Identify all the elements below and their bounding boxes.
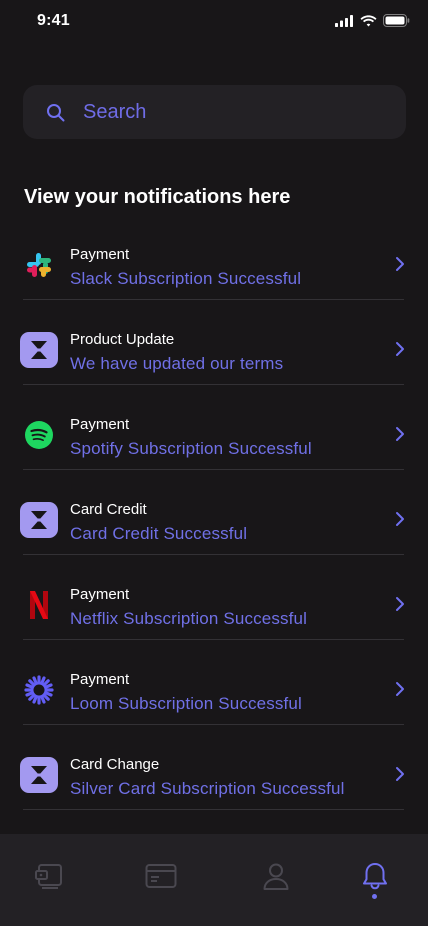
- notification-item[interactable]: Card Change Silver Card Subscription Suc…: [0, 733, 428, 818]
- notification-type: Payment: [70, 246, 130, 263]
- chevron-right-icon[interactable]: [393, 510, 407, 528]
- divider: [23, 469, 404, 470]
- profile-icon[interactable]: [256, 856, 296, 896]
- app-logo-icon: [19, 330, 59, 370]
- notification-message: Card Credit Successful: [70, 524, 248, 543]
- notification-item[interactable]: Payment Slack Subscription Successful: [0, 223, 428, 308]
- chevron-right-icon[interactable]: [393, 680, 407, 698]
- divider: [23, 384, 404, 385]
- slack-logo-icon: [19, 245, 59, 285]
- search-icon: [45, 102, 65, 122]
- notification-message: Spotify Subscription Successful: [70, 439, 312, 458]
- bottom-tab-bar: [0, 834, 428, 926]
- divider: [23, 724, 404, 725]
- search-bar[interactable]: [23, 85, 406, 139]
- divider: [23, 639, 404, 640]
- notification-item[interactable]: Payment Loom Subscription Successful: [0, 648, 428, 733]
- card-icon[interactable]: [141, 856, 181, 896]
- chevron-right-icon[interactable]: [393, 425, 407, 443]
- search-input[interactable]: [81, 99, 365, 125]
- notification-list: Payment Slack Subscription Successful Pr…: [0, 223, 428, 818]
- notification-message: Slack Subscription Successful: [70, 269, 302, 288]
- divider: [23, 299, 404, 300]
- notification-item[interactable]: Product Update We have updated our terms: [0, 308, 428, 393]
- battery-icon: [383, 14, 410, 32]
- app-logo-icon: [19, 500, 59, 540]
- notification-type: Product Update: [70, 331, 175, 348]
- status-icons: [335, 14, 410, 32]
- notification-message: Loom Subscription Successful: [70, 694, 302, 713]
- section-title: View your notifications here: [24, 186, 291, 208]
- notification-message: Silver Card Subscription Successful: [70, 779, 345, 798]
- notification-message: We have updated our terms: [70, 354, 284, 373]
- notification-message: Netflix Subscription Successful: [70, 609, 308, 628]
- divider: [23, 809, 404, 810]
- bell-icon[interactable]: [355, 856, 395, 896]
- app-logo-icon: [19, 755, 59, 795]
- loom-logo-icon: [19, 670, 59, 710]
- notification-type: Card Credit: [70, 501, 147, 518]
- notification-item[interactable]: Card Credit Card Credit Successful: [0, 478, 428, 563]
- netflix-logo-icon: [19, 585, 59, 625]
- spotify-logo-icon: [19, 415, 59, 455]
- wifi-icon: [360, 14, 377, 32]
- wallet-icon[interactable]: [30, 856, 70, 896]
- status-time: 9:41: [37, 12, 70, 29]
- chevron-right-icon[interactable]: [393, 765, 407, 783]
- notification-type: Payment: [70, 416, 130, 433]
- chevron-right-icon[interactable]: [393, 595, 407, 613]
- chevron-right-icon[interactable]: [393, 340, 407, 358]
- divider: [23, 554, 404, 555]
- notification-item[interactable]: Payment Spotify Subscription Successful: [0, 393, 428, 478]
- notification-type: Payment: [70, 586, 130, 603]
- status-bar: 9:41: [0, 0, 428, 44]
- cellular-signal-icon: [335, 14, 354, 32]
- notification-type: Card Change: [70, 756, 160, 773]
- active-tab-indicator: [372, 894, 377, 899]
- chevron-right-icon[interactable]: [393, 255, 407, 273]
- notification-item[interactable]: Payment Netflix Subscription Successful: [0, 563, 428, 648]
- notification-type: Payment: [70, 671, 130, 688]
